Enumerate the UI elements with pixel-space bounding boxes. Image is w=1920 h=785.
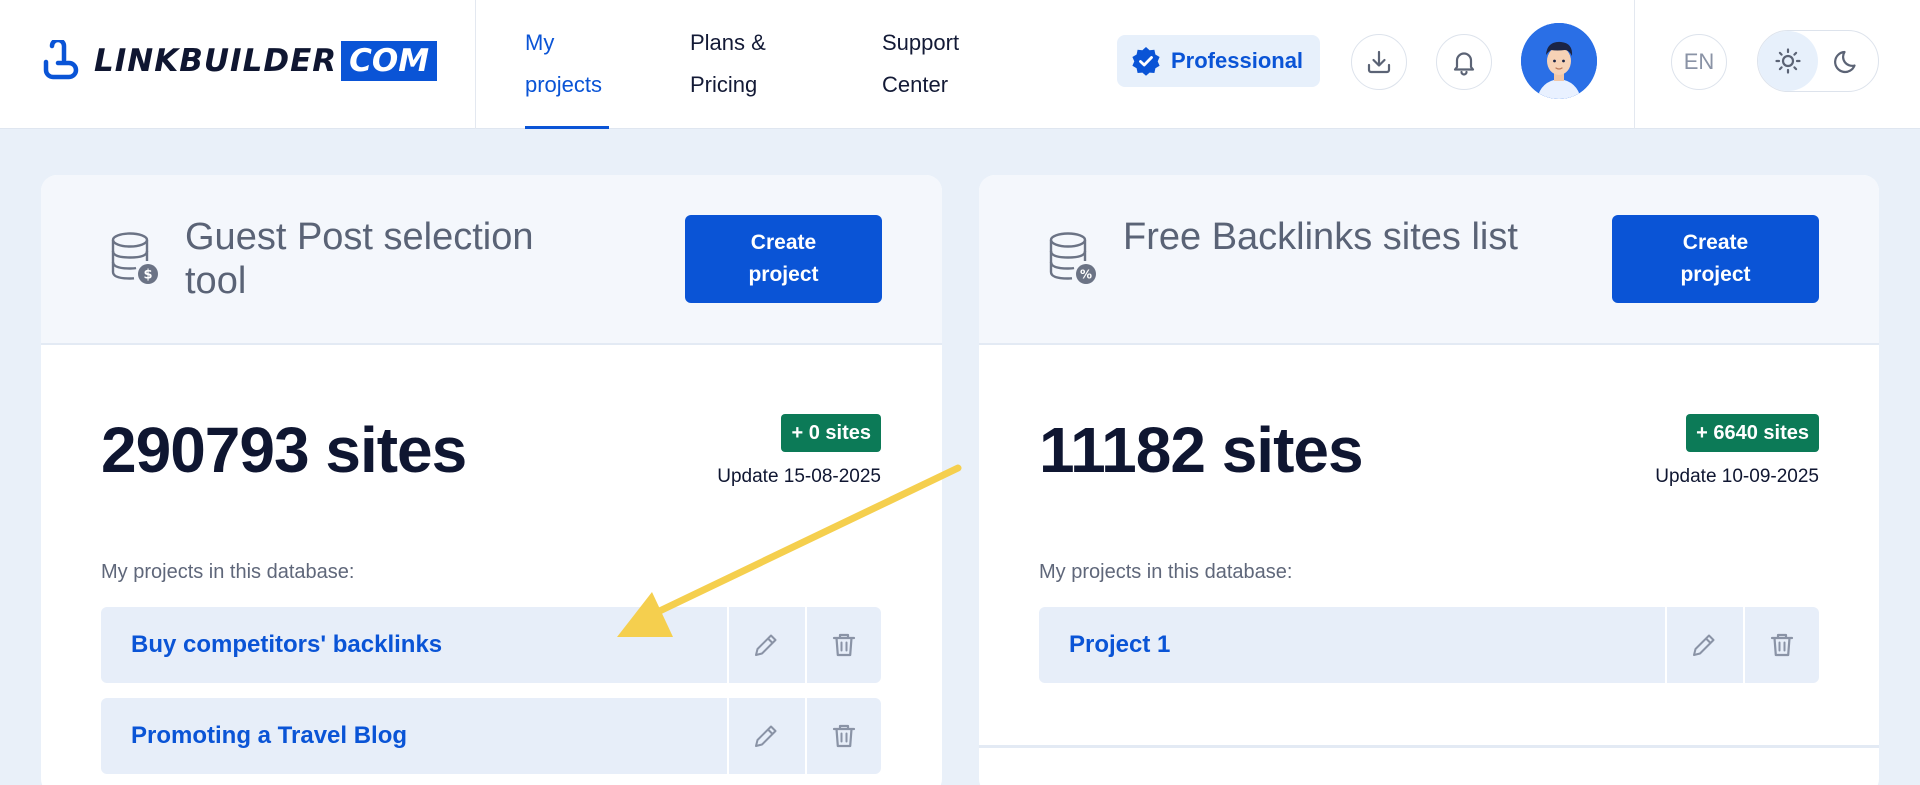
nav-label-line1: My [525, 30, 555, 55]
pencil-icon [1693, 634, 1715, 656]
card-header: % Free Backlinks sites list Create proje… [979, 175, 1879, 345]
user-avatar[interactable] [1521, 23, 1597, 99]
light-theme-option[interactable] [1758, 31, 1818, 91]
button-label-line2: project [748, 263, 819, 286]
edit-project-button[interactable] [1665, 607, 1741, 683]
update-date: Update 15-08-2025 [717, 466, 881, 487]
moon-icon [1834, 50, 1856, 74]
avatar-illustration-icon [1521, 23, 1597, 99]
database-card-guest-post: $ Guest Post selection tool Create proje… [41, 175, 942, 785]
dark-theme-option[interactable] [1818, 31, 1878, 91]
top-header: LINKBUILDER COM My projects Plans & Pric… [0, 0, 1920, 129]
nav-plans-pricing[interactable]: Plans & Pricing [690, 22, 766, 106]
download-button[interactable] [1351, 34, 1407, 90]
create-project-button[interactable]: Create project [685, 215, 882, 303]
projects-label: My projects in this database: [101, 561, 355, 583]
database-percent-icon: % [1049, 232, 1096, 284]
nav-active-indicator [525, 126, 609, 129]
update-date: Update 10-09-2025 [1655, 466, 1819, 487]
project-link[interactable]: Promoting a Travel Blog [131, 698, 407, 774]
button-label-line1: Create [750, 231, 817, 254]
logo[interactable]: LINKBUILDER COM [40, 40, 438, 82]
new-sites-badge: + 6640 sites [1686, 414, 1819, 452]
download-icon [1367, 50, 1391, 74]
nav-label-line1: Plans & [690, 30, 766, 55]
link-logo-icon [43, 40, 79, 80]
delete-project-button[interactable] [805, 607, 881, 683]
logo-wordmark: LINKBUILDER [94, 43, 338, 79]
logo-suffix: COM [341, 41, 438, 81]
delete-project-button[interactable] [1743, 607, 1819, 683]
create-project-button[interactable]: Create project [1612, 215, 1819, 303]
database-dollar-icon: $ [111, 232, 158, 284]
svg-text:%: % [1080, 268, 1092, 282]
delete-project-button[interactable] [805, 698, 881, 774]
header-divider [1634, 0, 1635, 129]
card-header: $ Guest Post selection tool Create proje… [41, 175, 942, 345]
language-switch[interactable]: EN [1671, 34, 1727, 90]
nav-support-center[interactable]: Support Center [882, 22, 959, 106]
edit-project-button[interactable] [727, 698, 803, 774]
sun-icon [1775, 48, 1801, 74]
pencil-icon [755, 634, 777, 656]
new-sites-badge: + 0 sites [781, 414, 881, 452]
plan-label: Professional [1171, 48, 1304, 73]
notifications-button[interactable] [1436, 34, 1492, 90]
trash-icon [832, 724, 856, 748]
card-title: Free Backlinks sites list [1123, 216, 1518, 258]
nav-my-projects[interactable]: My projects [525, 22, 602, 106]
verified-check-icon [1132, 47, 1160, 76]
plan-badge[interactable]: Professional [1117, 35, 1320, 87]
sites-count: 290793 sites [101, 414, 467, 486]
sites-count: 11182 sites [1039, 414, 1364, 486]
project-link[interactable]: Project 1 [1069, 607, 1170, 683]
trash-icon [1770, 633, 1794, 657]
project-row: Promoting a Travel Blog [101, 698, 881, 774]
button-label-line1: Create [1682, 231, 1749, 254]
nav-label-line2: Pricing [690, 72, 758, 97]
pencil-icon [755, 725, 777, 747]
trash-icon [832, 633, 856, 657]
bell-icon [1453, 52, 1475, 76]
card-divider [979, 745, 1879, 748]
button-label-line2: project [1680, 263, 1751, 286]
svg-text:$: $ [143, 268, 152, 283]
card-title: Guest Post selection tool [185, 216, 534, 302]
database-card-free-backlinks: % Free Backlinks sites list Create proje… [979, 175, 1879, 785]
project-link[interactable]: Buy competitors' backlinks [131, 607, 442, 683]
edit-project-button[interactable] [727, 607, 803, 683]
nav-label-line2: Center [882, 72, 949, 97]
nav-label-line2: projects [525, 72, 603, 97]
project-row: Project 1 [1039, 607, 1819, 683]
theme-toggle[interactable] [1757, 30, 1879, 92]
project-row: Buy competitors' backlinks [101, 607, 881, 683]
projects-label: My projects in this database: [1039, 561, 1293, 583]
header-divider [475, 0, 476, 129]
nav-label-line1: Support [882, 30, 960, 55]
